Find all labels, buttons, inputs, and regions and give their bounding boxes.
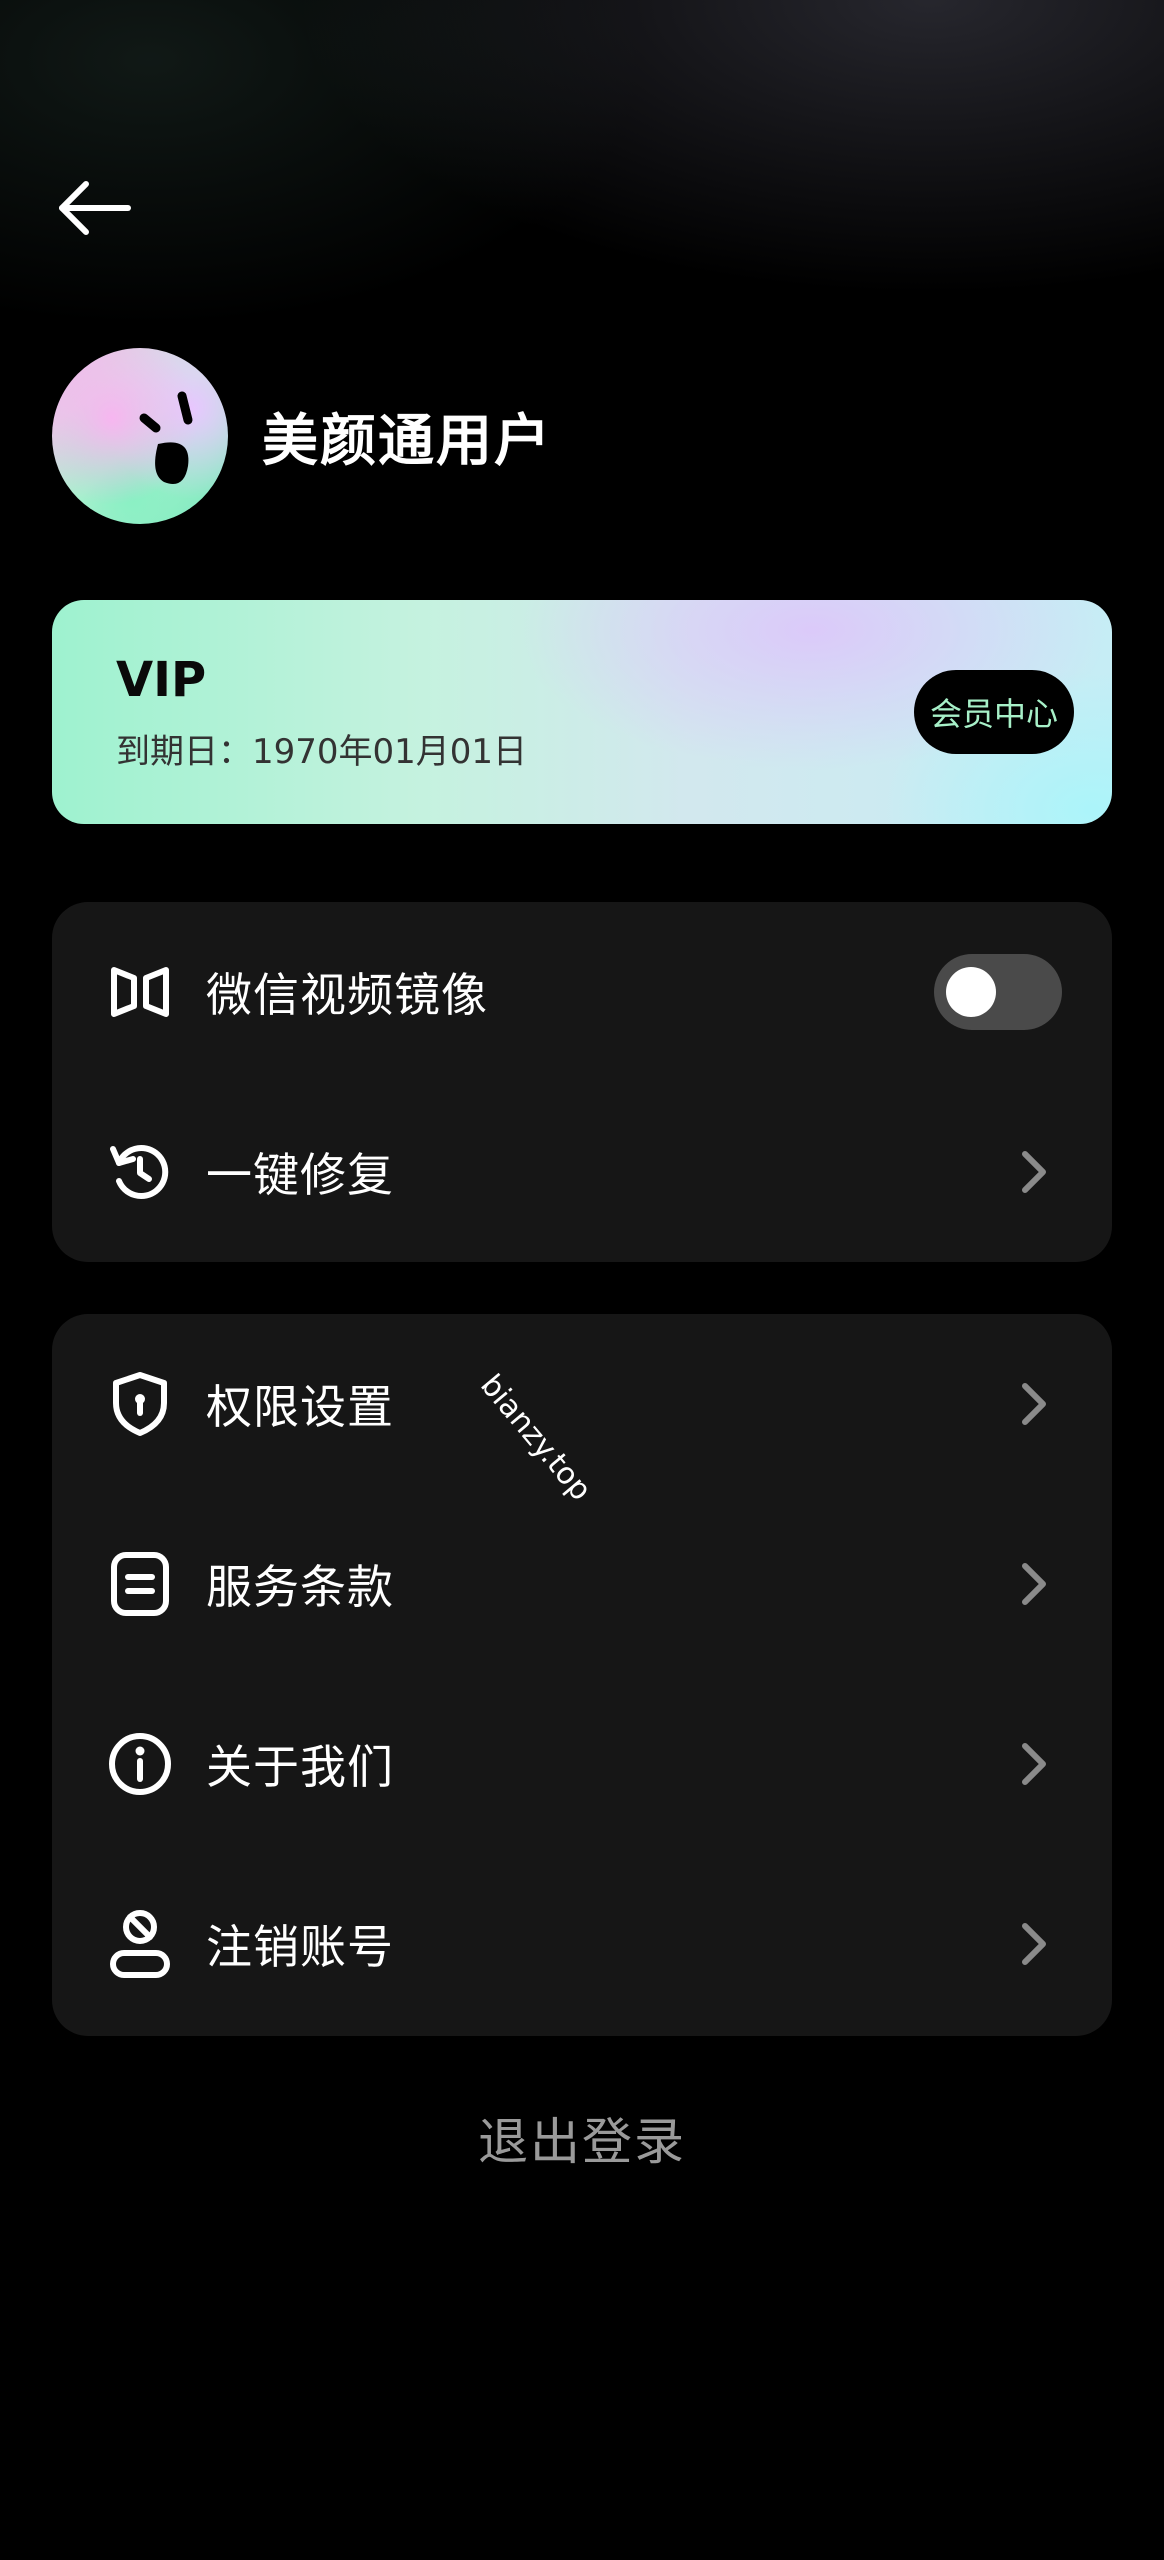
chevron-right-icon	[1014, 1739, 1054, 1789]
row-terms-of-service[interactable]: 服务条款	[52, 1494, 1112, 1674]
profile-header: 美颜通用户	[52, 348, 552, 524]
row-label: 服务条款	[206, 1560, 394, 1614]
vip-card: VIP 到期日：1970年01月01日 会员中心	[52, 600, 1112, 824]
row-label: 关于我们	[206, 1740, 394, 1794]
arrow-left-icon	[59, 181, 131, 235]
document-icon	[106, 1550, 174, 1618]
shield-icon	[106, 1370, 174, 1438]
user-cancel-icon	[106, 1910, 174, 1978]
member-center-button[interactable]: 会员中心	[913, 670, 1074, 754]
info-icon	[106, 1730, 174, 1798]
back-button[interactable]	[52, 172, 136, 244]
chevron-right-icon	[1014, 1379, 1054, 1429]
vip-title: VIP	[116, 652, 207, 708]
settings-section-secondary: 权限设置 服务条款 关于我们 注销账号	[52, 1314, 1112, 2036]
vip-expire-date: 到期日：1970年01月01日	[116, 732, 528, 772]
settings-page: 美颜通用户 VIP 到期日：1970年01月01日 会员中心 微信视频镜像 一键…	[0, 0, 1164, 2560]
row-label: 权限设置	[206, 1380, 394, 1434]
row-label: 一键修复	[206, 1148, 394, 1202]
chevron-right-icon	[1014, 1147, 1054, 1197]
toggle-knob	[946, 967, 996, 1017]
row-one-click-repair[interactable]: 一键修复	[52, 1082, 1112, 1262]
settings-section-primary: 微信视频镜像 一键修复	[52, 902, 1112, 1262]
username: 美颜通用户	[262, 408, 552, 474]
row-delete-account[interactable]: 注销账号	[52, 1854, 1112, 2034]
row-label: 微信视频镜像	[206, 968, 488, 1022]
refresh-icon	[106, 1138, 174, 1206]
chevron-right-icon	[1014, 1919, 1054, 1969]
mirror-icon	[106, 958, 174, 1026]
logout-button[interactable]: 退出登录	[0, 2102, 1164, 2174]
smiley-face-avatar-icon	[139, 391, 193, 484]
row-about-us[interactable]: 关于我们	[52, 1674, 1112, 1854]
row-wechat-video-mirror: 微信视频镜像	[52, 902, 1112, 1082]
row-label: 注销账号	[206, 1920, 394, 1974]
wechat-mirror-toggle[interactable]	[934, 954, 1062, 1030]
avatar[interactable]	[52, 348, 228, 524]
chevron-right-icon	[1014, 1559, 1054, 1609]
